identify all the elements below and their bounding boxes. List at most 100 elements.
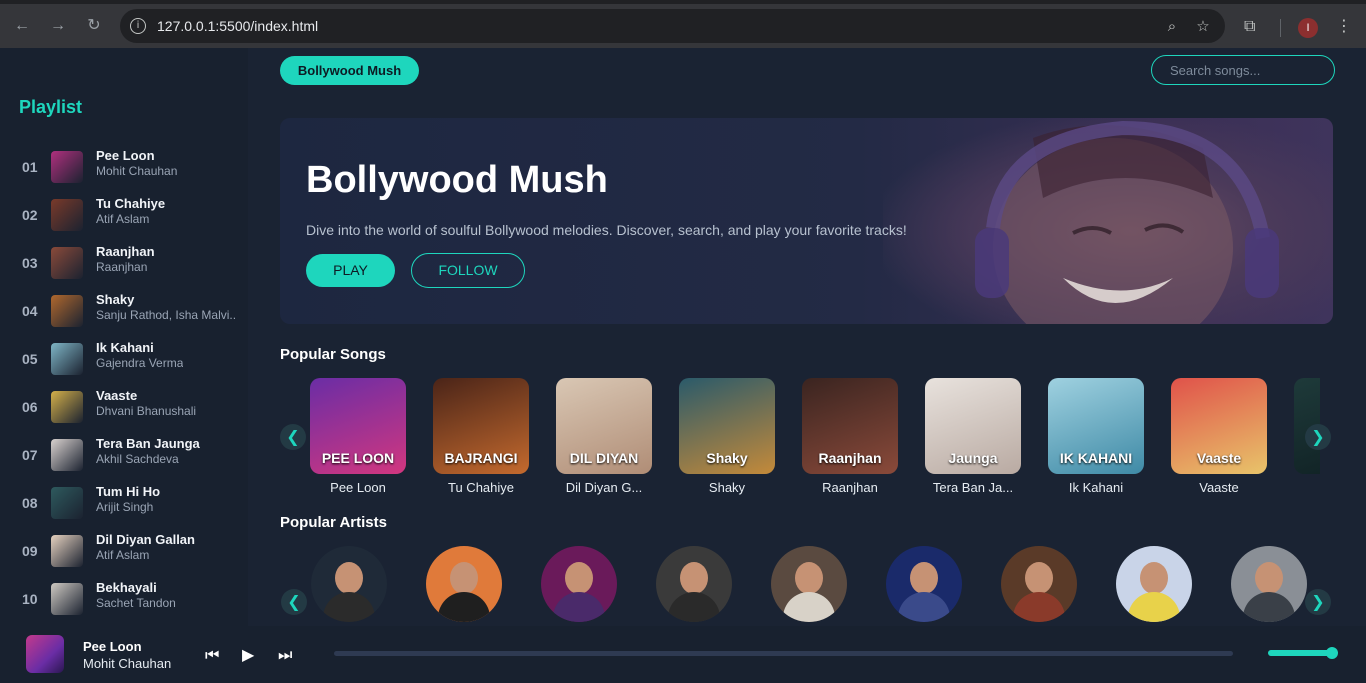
track-thumbnail xyxy=(51,439,83,471)
now-playing-cover xyxy=(26,635,64,673)
track-thumbnail xyxy=(51,391,83,423)
artist-body xyxy=(438,592,490,622)
playlist-item[interactable]: 09 Dil Diyan Gallan Atif Aslam xyxy=(0,532,248,581)
volume-knob[interactable] xyxy=(1325,647,1338,659)
artist-avatar[interactable] xyxy=(656,546,732,622)
playlist-item[interactable]: 04 Shaky Sanju Rathod, Isha Malvi... xyxy=(0,292,248,341)
track-number: 02 xyxy=(22,207,38,223)
playlist-title: Playlist xyxy=(19,97,83,117)
song-card[interactable]: DIL DIYAN Dil Diyan G... xyxy=(556,378,652,495)
track-title: Tera Ban Jaunga xyxy=(96,436,200,451)
back-icon[interactable]: ← xyxy=(10,14,34,38)
song-card[interactable]: BAJRANGI Tu Chahiye xyxy=(433,378,529,495)
playlist-item[interactable]: 05 Ik Kahani Gajendra Verma xyxy=(0,340,248,389)
artist-body xyxy=(668,592,720,622)
artist-avatar[interactable] xyxy=(541,546,617,622)
songs-prev-button[interactable]: ❮ xyxy=(280,424,306,450)
song-card[interactable]: Vaaste Vaaste xyxy=(1171,378,1267,495)
playlist-item[interactable]: 08 Tum Hi Ho Arijit Singh xyxy=(0,484,248,533)
hero-description: Dive into the world of soulful Bollywood… xyxy=(306,222,907,238)
artist-body xyxy=(783,592,835,622)
song-name: Vaaste xyxy=(1199,480,1239,495)
play-icon[interactable]: ▶ xyxy=(242,645,254,664)
song-name: Raanjhan xyxy=(822,480,878,495)
forward-icon[interactable]: → xyxy=(46,14,70,38)
site-info-icon[interactable]: i xyxy=(130,18,146,34)
playlist-item[interactable]: 01 Pee Loon Mohit Chauhan xyxy=(0,148,248,197)
playlist-item[interactable]: 10 Bekhayali Sachet Tandon xyxy=(0,580,248,629)
track-artist: Atif Aslam xyxy=(96,548,150,562)
main-content: Bollywood Mush Bollywood Mush Dive into … xyxy=(248,48,1366,626)
artist-body xyxy=(323,592,375,622)
address-bar[interactable]: i 127.0.0.1:5500/index.html ⌕ ☆ xyxy=(120,9,1225,43)
zoom-icon[interactable]: ⌕ xyxy=(1162,16,1182,36)
follow-button[interactable]: FOLLOW xyxy=(411,253,525,288)
profile-avatar[interactable]: I xyxy=(1298,18,1318,38)
playlist-item[interactable]: 06 Vaaste Dhvani Bhanushali xyxy=(0,388,248,437)
artist-face xyxy=(450,562,478,594)
now-playing-artist: Mohit Chauhan xyxy=(83,656,172,671)
track-thumbnail xyxy=(51,151,83,183)
track-number: 05 xyxy=(22,351,38,367)
song-cover-text: Shaky xyxy=(706,450,748,466)
artist-avatar[interactable] xyxy=(771,546,847,622)
browser-menu-icon[interactable]: ⋮ xyxy=(1336,16,1352,35)
search-input[interactable] xyxy=(1151,55,1335,85)
reload-icon[interactable]: ↻ xyxy=(82,14,106,38)
track-number: 08 xyxy=(22,495,38,511)
category-tag[interactable]: Bollywood Mush xyxy=(280,56,419,85)
song-name: Shaky xyxy=(708,480,746,495)
song-card[interactable]: Shaky Shaky xyxy=(679,378,775,495)
artist-avatar[interactable] xyxy=(1116,546,1192,622)
song-cover[interactable]: DIL DIYAN xyxy=(556,378,652,474)
track-number: 10 xyxy=(22,591,38,607)
artist-avatar[interactable] xyxy=(1001,546,1077,622)
url-text[interactable]: 127.0.0.1:5500/index.html xyxy=(157,18,318,34)
bookmark-star-icon[interactable]: ☆ xyxy=(1193,16,1213,36)
artist-body xyxy=(1013,592,1065,622)
song-card[interactable]: Raanjhan Raanjhan xyxy=(802,378,898,495)
previous-track-icon[interactable]: ⏮ xyxy=(205,645,219,665)
artist-face xyxy=(565,562,593,594)
hero-banner: Bollywood Mush Dive into the world of so… xyxy=(280,118,1333,324)
song-cover[interactable]: BAJRANGI xyxy=(433,378,529,474)
artists-prev-button[interactable]: ❮ xyxy=(281,589,307,615)
track-artist: Dhvani Bhanushali xyxy=(96,404,197,418)
track-thumbnail xyxy=(51,487,83,519)
hero-title: Bollywood Mush xyxy=(306,159,608,201)
progress-bar[interactable] xyxy=(334,651,1233,656)
song-cover-text: IK KAHANI xyxy=(1059,450,1133,466)
playlist-item[interactable]: 02 Tu Chahiye Atif Aslam xyxy=(0,196,248,245)
track-title: Pee Loon xyxy=(96,148,155,163)
track-thumbnail xyxy=(51,343,83,375)
artist-body xyxy=(553,592,605,622)
song-card[interactable]: IK KAHANI Ik Kahani xyxy=(1048,378,1144,495)
artist-avatar[interactable] xyxy=(426,546,502,622)
extensions-icon[interactable]: ⧉ xyxy=(1244,16,1255,36)
playlist-item[interactable]: 03 Raanjhan Raanjhan xyxy=(0,244,248,293)
track-thumbnail xyxy=(51,583,83,615)
song-card[interactable]: PEE LOON Pee Loon xyxy=(310,378,406,495)
next-track-icon[interactable]: ⏭ xyxy=(278,645,292,665)
song-name: Pee Loon xyxy=(330,480,386,495)
song-cover-text: Raanjhan xyxy=(818,450,882,466)
artist-avatar[interactable] xyxy=(1231,546,1307,622)
artist-body xyxy=(1128,592,1180,622)
song-cover[interactable]: PEE LOON xyxy=(310,378,406,474)
song-cover[interactable]: IK KAHANI xyxy=(1048,378,1144,474)
popular-artists-title: Popular Artists xyxy=(280,514,387,531)
track-artist: Sanju Rathod, Isha Malvi... xyxy=(96,308,236,322)
artist-avatar[interactable] xyxy=(886,546,962,622)
playlist-item[interactable]: 07 Tera Ban Jaunga Akhil Sachdeva xyxy=(0,436,248,485)
songs-next-button[interactable]: ❯ xyxy=(1305,424,1331,450)
song-cover[interactable]: Vaaste xyxy=(1171,378,1267,474)
artists-next-button[interactable]: ❯ xyxy=(1305,589,1331,615)
song-cover[interactable]: Shaky xyxy=(679,378,775,474)
play-button[interactable]: PLAY xyxy=(306,254,395,287)
song-card[interactable]: Jaunga Tera Ban Ja... xyxy=(925,378,1021,495)
volume-slider[interactable] xyxy=(1268,647,1338,659)
song-cover[interactable]: Raanjhan xyxy=(802,378,898,474)
song-cover[interactable]: Jaunga xyxy=(925,378,1021,474)
music-player: Pee Loon Mohit Chauhan ⏮ ▶ ⏭ xyxy=(0,626,1366,683)
artist-avatar[interactable] xyxy=(311,546,387,622)
